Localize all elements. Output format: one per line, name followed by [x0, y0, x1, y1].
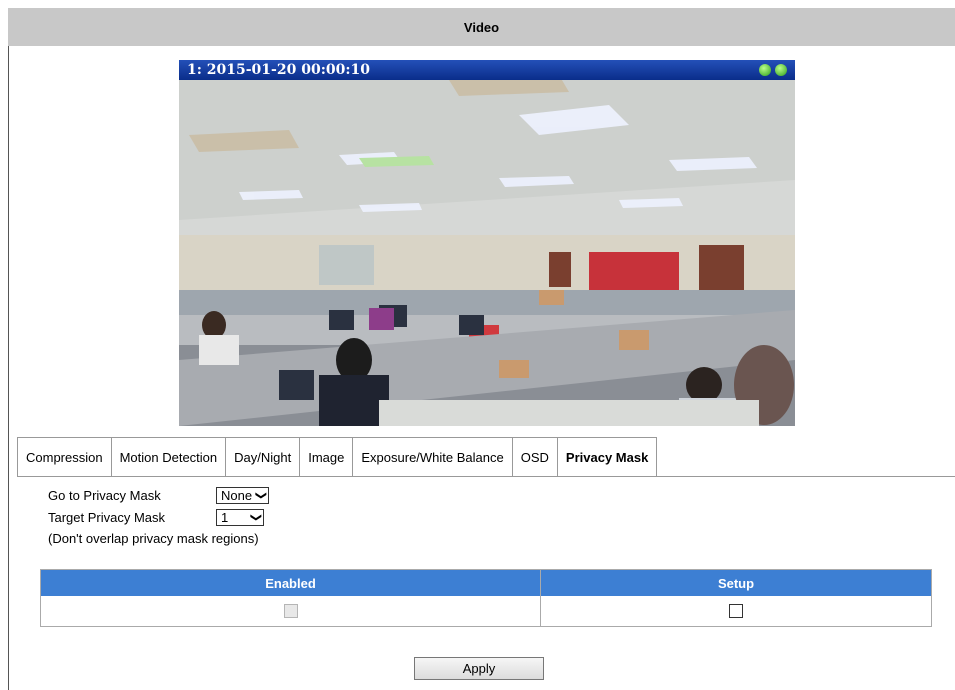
- enabled-checkbox[interactable]: [283, 604, 298, 618]
- tab-image[interactable]: Image: [299, 437, 353, 477]
- tab-divider: [17, 476, 955, 477]
- tab-osd[interactable]: OSD: [511, 437, 557, 477]
- privacy-mask-form: Go to Privacy Mask None ❯ Target Privacy…: [48, 484, 270, 550]
- target-privacy-mask-label: Target Privacy Mask: [48, 509, 166, 525]
- target-privacy-mask-value: 1: [221, 509, 229, 525]
- tab-compression[interactable]: Compression: [17, 437, 111, 477]
- target-privacy-mask-select[interactable]: 1 ❯: [216, 508, 264, 526]
- goto-privacy-mask-value: None: [221, 487, 253, 503]
- goto-privacy-mask-label: Go to Privacy Mask: [48, 487, 161, 503]
- table-row: [41, 596, 931, 626]
- column-header-setup: Setup: [717, 575, 755, 591]
- chevron-down-icon: ❯: [255, 490, 268, 500]
- settings-tabs: Compression Motion Detection Day/Night I…: [17, 437, 658, 477]
- page-title: Video: [8, 8, 955, 46]
- video-feed: 1: 2015-01-20 00:00:10: [179, 60, 795, 426]
- chevron-down-icon: ❯: [249, 512, 262, 522]
- green-status-dot-icon: [775, 64, 787, 76]
- office-scene-image: [179, 60, 795, 426]
- tab-exposure-white-balance[interactable]: Exposure/White Balance: [352, 437, 512, 477]
- apply-button[interactable]: Apply: [414, 657, 544, 680]
- tab-day-night[interactable]: Day/Night: [225, 437, 300, 477]
- privacy-mask-table: Enabled Setup: [40, 569, 932, 627]
- green-status-dot-icon: [759, 64, 771, 76]
- table-header: Enabled Setup: [41, 570, 931, 596]
- overlap-note: (Don't overlap privacy mask regions): [48, 531, 259, 546]
- setup-checkbox[interactable]: [729, 604, 743, 618]
- tab-motion-detection[interactable]: Motion Detection: [110, 437, 226, 477]
- goto-privacy-mask-select[interactable]: None ❯: [216, 486, 270, 504]
- video-timestamp-overlay: 1: 2015-01-20 00:00:10: [179, 60, 795, 80]
- tab-privacy-mask[interactable]: Privacy Mask: [556, 437, 658, 477]
- column-header-enabled: Enabled: [41, 570, 541, 596]
